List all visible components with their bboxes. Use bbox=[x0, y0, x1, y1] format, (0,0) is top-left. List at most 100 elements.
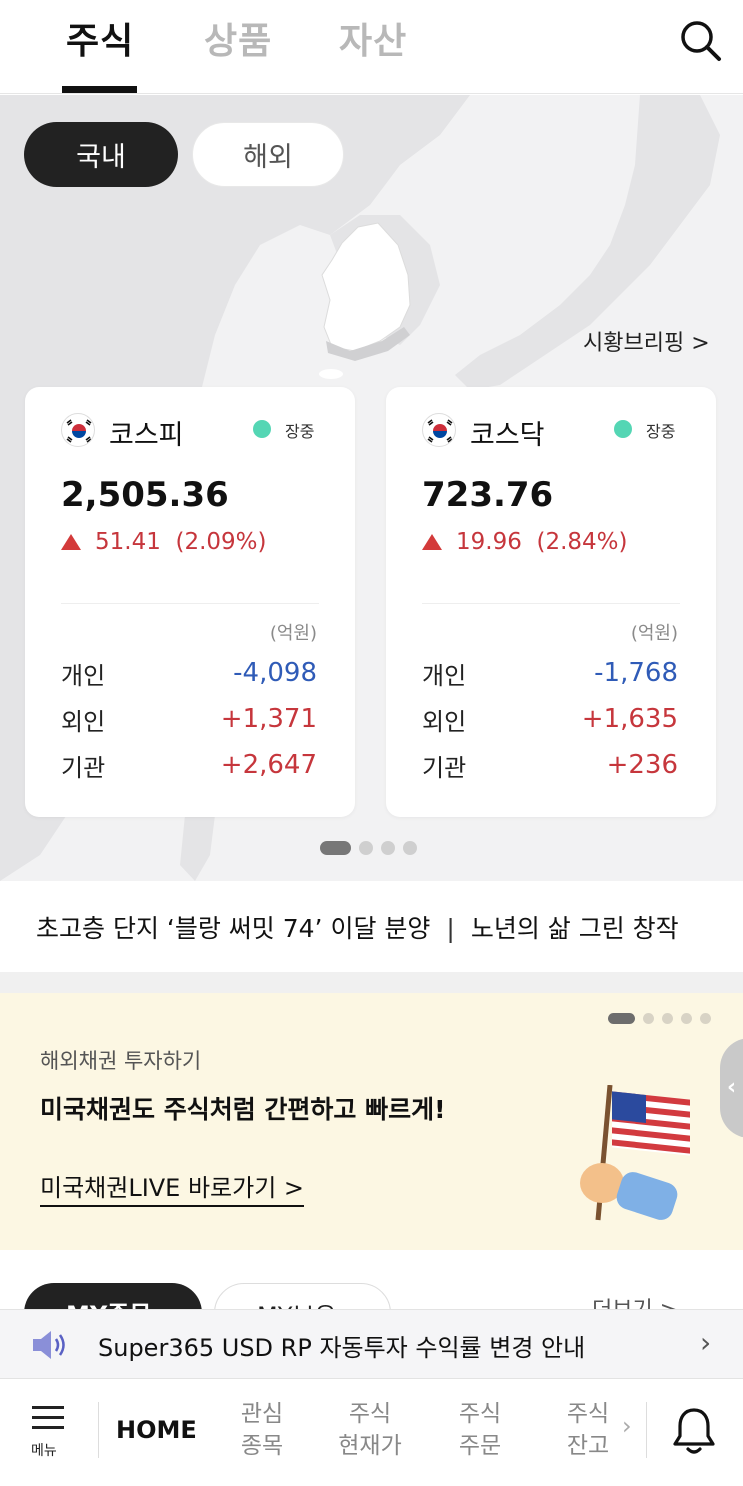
investor-label: 기관 bbox=[422, 753, 467, 782]
more-link[interactable]: 더보기 > bbox=[592, 1292, 678, 1310]
hamburger-line bbox=[32, 1416, 64, 1419]
tab-stocks[interactable]: 주식 bbox=[66, 12, 134, 64]
hamburger-icon bbox=[32, 1406, 64, 1409]
index-change: 19.96 (2.84%) bbox=[456, 529, 628, 555]
investor-value: +1,635 bbox=[581, 704, 678, 734]
unit-label: (억원) bbox=[630, 623, 678, 644]
index-card-kosdaq[interactable]: 코스닥 장중 723.76 19.96 (2.84%) (억원) 개인 -1,7… bbox=[386, 387, 716, 817]
investor-label: 개인 bbox=[422, 661, 467, 690]
divider bbox=[61, 603, 319, 604]
nav-balance[interactable]: 주식 잔고 bbox=[558, 1398, 618, 1462]
market-open-dot bbox=[614, 420, 632, 438]
hamburger-line bbox=[32, 1426, 64, 1429]
tab-assets[interactable]: 자산 bbox=[339, 12, 407, 64]
section-gap bbox=[0, 972, 743, 993]
nav-item-line: 주식 bbox=[458, 1401, 502, 1427]
promo-dot[interactable] bbox=[681, 1013, 692, 1024]
nav-item-line: 잔고 bbox=[566, 1433, 610, 1459]
chevron-right-icon: › bbox=[700, 1326, 712, 1359]
chevron-right-icon[interactable]: › bbox=[622, 1412, 632, 1440]
promo-dot[interactable] bbox=[700, 1013, 711, 1024]
investor-row-individual: 개인 -4,098 bbox=[61, 655, 317, 691]
bell-icon[interactable] bbox=[668, 1404, 720, 1458]
my-stocks-section: MY종목 MY보유 더보기 > bbox=[0, 1250, 743, 1310]
nav-current-price[interactable]: 주식 현재가 bbox=[330, 1398, 410, 1462]
active-tab-indicator bbox=[62, 86, 137, 93]
change-amount: 51.41 bbox=[95, 529, 161, 555]
notice-text: Super365 USD RP 자동투자 수익률 변경 안내 bbox=[98, 1334, 586, 1362]
promo-dot[interactable] bbox=[643, 1013, 654, 1024]
investor-value: +1,371 bbox=[220, 704, 317, 734]
index-name: 코스닥 bbox=[470, 420, 545, 451]
ticker-separator: | bbox=[446, 914, 455, 943]
divider bbox=[422, 603, 680, 604]
investor-label: 기관 bbox=[61, 753, 106, 782]
carousel-dot[interactable] bbox=[381, 841, 395, 855]
market-open-dot bbox=[253, 420, 271, 438]
us-flag-hand-illustration bbox=[580, 1085, 690, 1221]
change-percent: (2.84%) bbox=[536, 529, 628, 555]
tab-my-holdings[interactable]: MY보유 bbox=[214, 1283, 391, 1310]
index-value: 2,505.36 bbox=[61, 475, 229, 515]
promo-dot-active[interactable] bbox=[608, 1013, 635, 1024]
investor-value: -4,098 bbox=[233, 658, 317, 688]
investor-value: +236 bbox=[606, 750, 678, 780]
menu-label: 메뉴 bbox=[31, 1443, 57, 1459]
promo-title: 미국채권도 주식처럼 간편하고 빠르게! bbox=[40, 1095, 446, 1124]
nav-divider bbox=[646, 1402, 647, 1458]
market-briefing-link[interactable]: 시황브리핑 > bbox=[583, 325, 710, 357]
index-name: 코스피 bbox=[109, 420, 184, 451]
speaker-icon bbox=[33, 1331, 65, 1359]
ticker-item[interactable]: 초고층 단지 ‘블랑 써밋 74’ 이달 분양 bbox=[36, 914, 430, 943]
index-value: 723.76 bbox=[422, 475, 554, 515]
promo-banner[interactable]: 해외채권 투자하기 미국채권도 주식처럼 간편하고 빠르게! 미국채권LIVE … bbox=[0, 993, 743, 1250]
market-status: 장중 bbox=[646, 422, 676, 441]
nav-item-line: 현재가 bbox=[338, 1433, 402, 1459]
investor-row-individual: 개인 -1,768 bbox=[422, 655, 678, 691]
up-arrow-icon bbox=[61, 534, 81, 550]
nav-item-line: 종목 bbox=[240, 1433, 284, 1459]
promo-dot[interactable] bbox=[662, 1013, 673, 1024]
nav-item-line: 관심 bbox=[240, 1401, 284, 1427]
tab-my-stocks[interactable]: MY종목 bbox=[24, 1283, 202, 1310]
investor-label: 외인 bbox=[422, 707, 467, 736]
carousel-dot-active[interactable] bbox=[320, 841, 351, 855]
notice-bar[interactable]: Super365 USD RP 자동투자 수익률 변경 안내 › bbox=[0, 1309, 743, 1379]
tab-products[interactable]: 상품 bbox=[204, 12, 272, 64]
up-arrow-icon bbox=[422, 534, 442, 550]
unit-label: (억원) bbox=[269, 623, 317, 644]
nav-home[interactable]: HOME bbox=[116, 1416, 197, 1444]
promo-pagination[interactable] bbox=[608, 1013, 711, 1024]
index-change: 51.41 (2.09%) bbox=[95, 529, 267, 555]
nav-order[interactable]: 주식 주문 bbox=[450, 1398, 510, 1462]
index-card-kospi[interactable]: 코스피 장중 2,505.36 51.41 (2.09%) (억원) 개인 -4… bbox=[25, 387, 355, 817]
news-ticker[interactable]: 초고층 단지 ‘블랑 써밋 74’ 이달 분양 | 노년의 삶 그린 창작 bbox=[0, 881, 743, 972]
investor-row-foreign: 외인 +1,635 bbox=[422, 701, 678, 737]
domestic-toggle-button[interactable]: 국내 bbox=[24, 122, 178, 187]
investor-value: -1,768 bbox=[594, 658, 678, 688]
nav-watchlist[interactable]: 관심 종목 bbox=[232, 1398, 292, 1462]
change-percent: (2.09%) bbox=[175, 529, 267, 555]
korea-flag-icon bbox=[61, 413, 95, 447]
chevron-left-icon: ‹ bbox=[727, 1075, 737, 1100]
investor-row-foreign: 외인 +1,371 bbox=[61, 701, 317, 737]
search-icon[interactable] bbox=[676, 16, 724, 64]
promo-subtitle: 해외채권 투자하기 bbox=[40, 1049, 202, 1073]
korea-flag-icon bbox=[422, 413, 456, 447]
investor-label: 외인 bbox=[61, 707, 106, 736]
index-carousel-pagination[interactable] bbox=[320, 841, 417, 855]
market-status: 장중 bbox=[285, 422, 315, 441]
nav-item-line: 주식 bbox=[348, 1401, 392, 1427]
overseas-toggle-button[interactable]: 해외 bbox=[192, 122, 344, 187]
ticker-content: 초고층 단지 ‘블랑 써밋 74’ 이달 분양 | 노년의 삶 그린 창작 bbox=[36, 909, 679, 945]
bottom-navigation: 메뉴 HOME 관심 종목 주식 현재가 주식 주문 주식 잔고 › bbox=[0, 1380, 743, 1486]
carousel-dot[interactable] bbox=[359, 841, 373, 855]
nav-item-line: 주문 bbox=[458, 1433, 502, 1459]
carousel-dot[interactable] bbox=[403, 841, 417, 855]
nav-item-line: 주식 bbox=[566, 1401, 610, 1427]
ticker-item[interactable]: 노년의 삶 그린 창작 bbox=[471, 914, 679, 943]
menu-button[interactable]: 메뉴 bbox=[26, 1402, 72, 1462]
promo-link[interactable]: 미국채권LIVE 바로가기 > bbox=[40, 1168, 305, 1207]
top-tab-bar: 주식 상품 자산 bbox=[0, 0, 743, 94]
investor-row-institution: 기관 +236 bbox=[422, 747, 678, 783]
